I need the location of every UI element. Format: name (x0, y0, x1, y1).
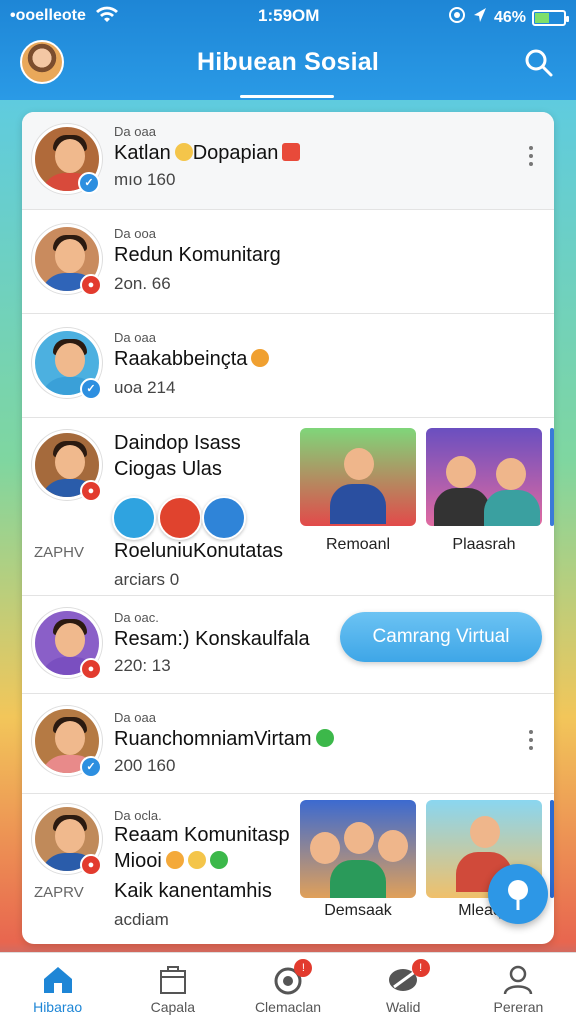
share-button[interactable] (158, 496, 202, 540)
post-tag: Da oaa (114, 710, 156, 725)
live-badge-icon: ● (80, 854, 102, 876)
post-tag: Da ocla. (114, 808, 162, 823)
thumbnail-caption: Demsaak (324, 902, 392, 919)
post-meta: 2on. 66 (114, 274, 171, 293)
thumbnail-image[interactable] (300, 428, 416, 526)
more-options-icon[interactable] (528, 146, 534, 168)
post-author: Katlan Dopapian (114, 142, 301, 165)
side-label: ZAPRV (34, 884, 84, 901)
star-emoji-icon (251, 349, 270, 367)
post-author: RuanchomniamVirtam (114, 728, 334, 751)
post-author: Resam:) Konskaulfala (114, 628, 310, 650)
post-author: Raakabbeinçta (114, 348, 270, 371)
create-post-button[interactable] (488, 864, 548, 924)
feed-row[interactable]: ● Da ooa Redun Komunitarg 2on. 66 (22, 210, 554, 314)
post-meta: arciars 0 (114, 570, 180, 589)
post-author: Reaam Komunitasp (114, 824, 290, 846)
post-meta: 220: 13 (114, 656, 171, 675)
chat-badge: ! (411, 959, 430, 977)
feed-row[interactable]: ● Da ocla. Reaam Komunitasp Miooi ZAPRV … (22, 794, 554, 944)
thumbnail-caption: Plaasrah (452, 536, 516, 553)
status-bar: •ooelleote 1:59OM 46% (0, 0, 576, 32)
post-meta: acdiam (114, 910, 169, 929)
nav-label: Clemaclan (254, 999, 322, 1015)
title-underline (240, 95, 334, 98)
nav-notifications[interactable]: ! Clemaclan (230, 953, 345, 1024)
verified-badge-icon: ✓ (80, 756, 102, 778)
post-subtitle: Miooi (114, 850, 228, 873)
post-tag: Da oaa (114, 330, 156, 345)
nav-profile[interactable]: Pereran (461, 953, 576, 1024)
search-icon (525, 49, 553, 77)
chat-emoji-icon (209, 851, 228, 869)
clock: 1:59OM (258, 6, 320, 25)
bottom-nav: Hibarao Capala ! Clemaclan ! Walid Perer… (0, 952, 576, 1024)
location-icon (448, 6, 466, 29)
post-tag: Da oaa (114, 124, 156, 139)
thumbnail-image[interactable] (550, 800, 554, 898)
thumbnail-image[interactable] (300, 800, 416, 898)
battery-icon (532, 9, 569, 26)
post-meta: 200 160 (114, 756, 176, 775)
battery-percent: 46% (493, 8, 526, 26)
thumbnail-image[interactable] (426, 428, 542, 526)
medal-emoji-icon (165, 851, 184, 869)
balloon-icon (508, 880, 528, 910)
side-label: ZAPHV (34, 544, 85, 561)
wifi-icon (96, 6, 118, 29)
profile-icon (504, 965, 533, 995)
home-icon (43, 967, 72, 993)
nav-store[interactable]: Capala (115, 953, 230, 1024)
nav-label: Capala (150, 999, 195, 1015)
post-title-line1: Daindop Isass (114, 432, 241, 454)
live-badge-icon: ● (80, 658, 102, 680)
post-meta: mıo 160 (114, 170, 176, 189)
gift-emoji-icon (282, 143, 301, 161)
nav-home[interactable]: Hibarao (0, 953, 115, 1024)
post-tag: Da oac. (114, 610, 159, 625)
message-button[interactable] (202, 496, 246, 540)
feed-row[interactable]: ● Daindop Isass Ciogas Ulas ZAPHV Roelun… (22, 418, 554, 596)
phone-button[interactable] (112, 496, 156, 540)
post-title-line2: Ciogas Ulas (114, 458, 222, 480)
post-author: Redun Komunitarg (114, 244, 281, 266)
feed-row[interactable]: ✓ Da oaa Katlan Dopapian mıo 160 (22, 112, 554, 210)
thumbnail-image[interactable] (550, 428, 554, 526)
nav-label: Walid (385, 999, 421, 1015)
store-icon (159, 966, 186, 994)
post-author: RoeluniuKonutatas (114, 540, 284, 562)
signal-arrow-icon (472, 6, 488, 29)
search-button[interactable] (524, 48, 554, 78)
feed-row[interactable]: ✓ Da oaa Raakabbeinçta uoa 214 (22, 314, 554, 418)
carrier-label: •ooelleote (10, 7, 86, 24)
status-right: 46% (448, 6, 569, 29)
join-virtual-button[interactable]: Camrang Virtual (340, 612, 542, 662)
feed-card: ✓ Da oaa Katlan Dopapian mıo 160 ● Da ooa… (22, 112, 554, 944)
more-options-icon[interactable] (528, 730, 534, 752)
smile-emoji-icon (174, 143, 193, 161)
page-title: Hibuean Sosial (196, 48, 379, 76)
live-badge-icon: ● (80, 274, 102, 296)
nav-label: Pereran (493, 999, 544, 1015)
verified-badge-icon: ✓ (78, 172, 100, 194)
feed-row[interactable]: ✓ Da oaa RuanchomniamVirtam 200 160 (22, 694, 554, 794)
check-emoji-icon (315, 729, 334, 747)
verified-badge-icon: ✓ (80, 378, 102, 400)
post-author-secondary: Kaik kanentamhis (114, 880, 272, 902)
nav-label: Hibarao (33, 999, 83, 1015)
post-tag: Da ooa (114, 226, 156, 241)
trophy-emoji-icon (187, 851, 206, 869)
post-meta: uoa 214 (114, 378, 176, 397)
top-bar: •ooelleote 1:59OM 46% Hibuean Sosial (0, 0, 576, 100)
nav-chat[interactable]: ! Walid (346, 953, 461, 1024)
notification-badge: ! (294, 959, 313, 977)
thumbnail-caption: Remoanl (325, 536, 391, 553)
live-badge-icon: ● (80, 480, 102, 502)
